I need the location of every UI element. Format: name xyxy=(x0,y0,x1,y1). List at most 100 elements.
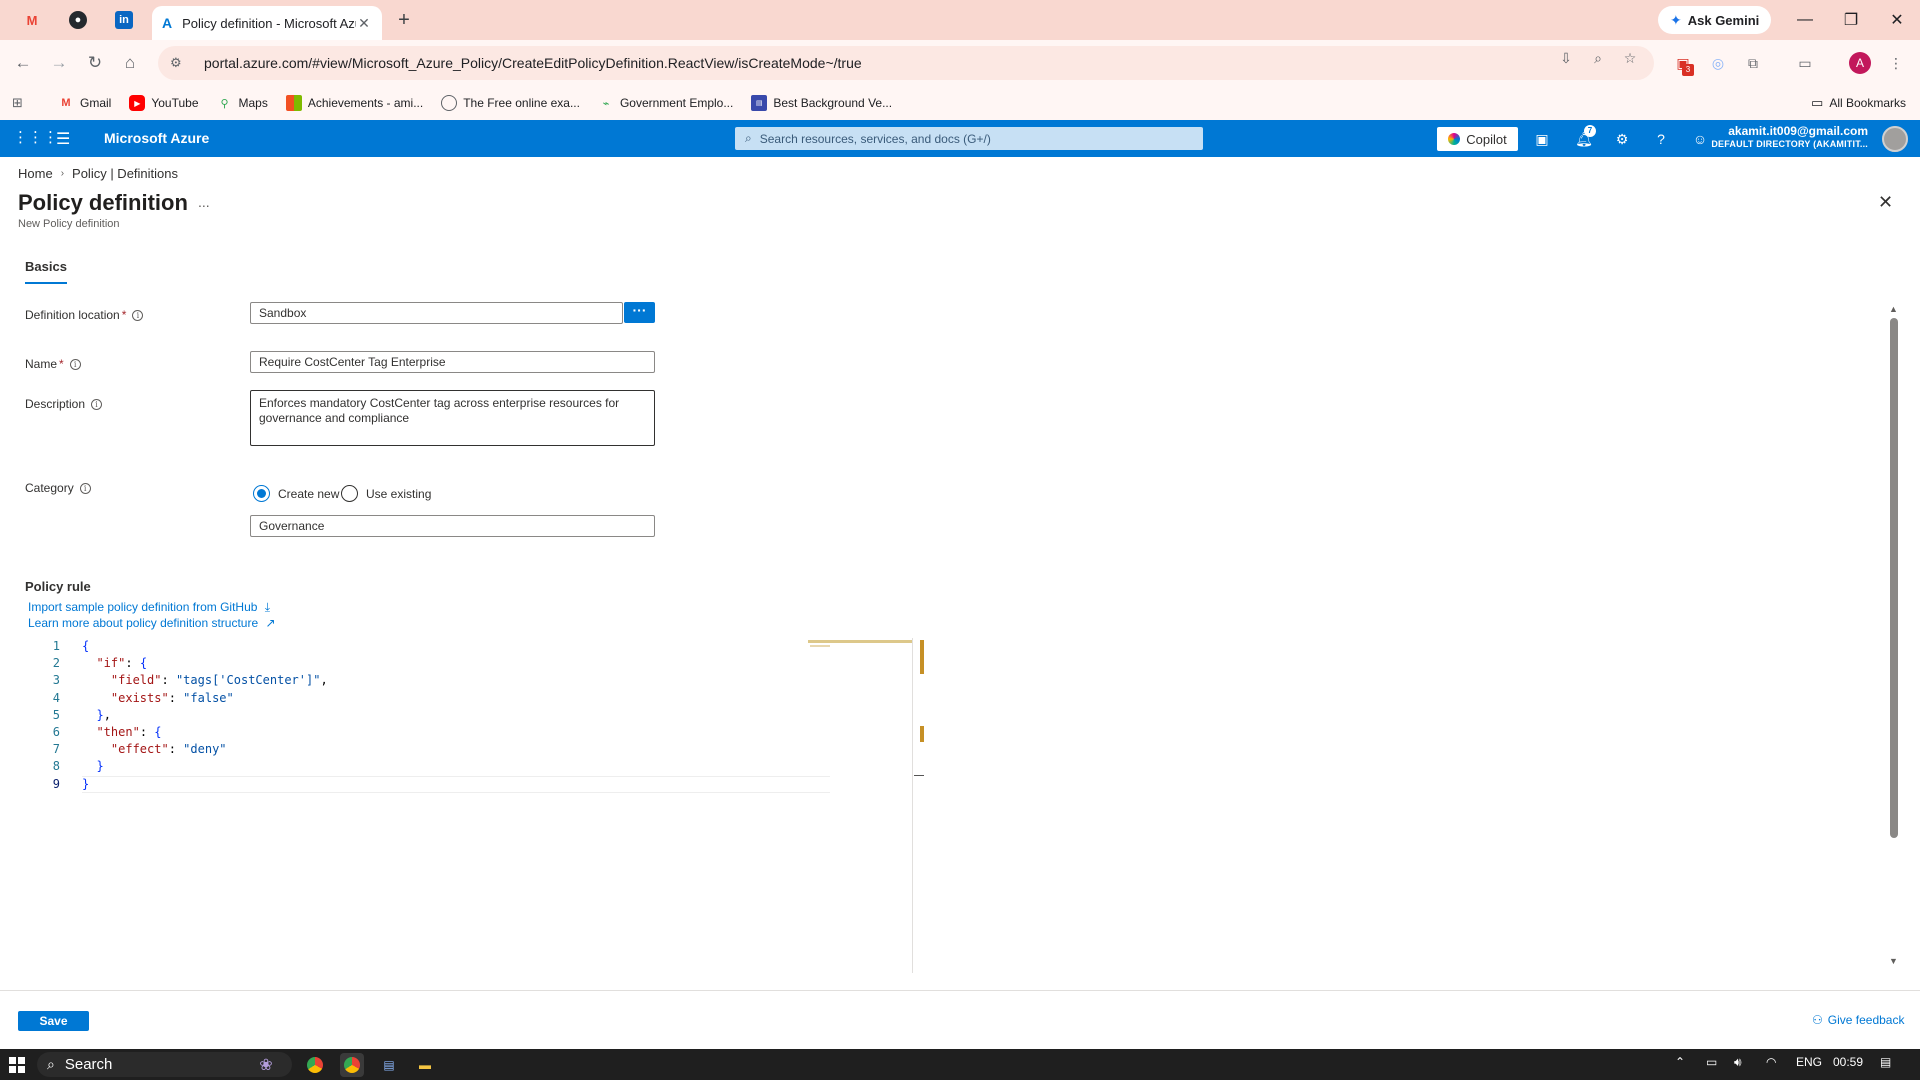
pinned-tab-gmail[interactable]: M xyxy=(12,0,52,40)
side-panel-icon[interactable]: ▭ xyxy=(1794,52,1816,74)
hamburger-menu-icon[interactable]: ☰ xyxy=(56,129,70,149)
breadcrumb-policy-definitions[interactable]: Policy | Definitions xyxy=(72,166,178,181)
name-label: Name * i xyxy=(25,357,81,371)
extensions-puzzle-icon[interactable]: ⧉ xyxy=(1742,52,1764,74)
close-icon[interactable]: ✕ xyxy=(1878,192,1893,213)
feedback-icon[interactable]: ☺ xyxy=(1690,129,1710,149)
apps-grid-icon[interactable]: ⊞ xyxy=(12,95,23,111)
bookmark-maps[interactable]: ⚲ Maps xyxy=(217,95,267,111)
pinned-tab-github[interactable]: ● xyxy=(58,0,98,40)
site-info-icon[interactable]: ⚙ xyxy=(170,55,190,71)
bookmark-free-exam[interactable]: The Free online exa... xyxy=(441,95,580,111)
copilot-button[interactable]: Copilot xyxy=(1437,127,1518,151)
code-line[interactable]: 1{ xyxy=(30,638,800,655)
bookmark-government[interactable]: ⌁ Government Emplo... xyxy=(598,95,734,111)
settings-gear-icon[interactable]: ⚙ xyxy=(1612,129,1632,149)
all-bookmarks-button[interactable]: ▭ All Bookmarks xyxy=(1811,95,1906,111)
tab-basics[interactable]: Basics xyxy=(25,259,67,284)
blade-footer xyxy=(0,990,1920,1049)
bookmark-youtube[interactable]: ▶ YouTube xyxy=(129,95,199,111)
browse-location-button[interactable]: ··· xyxy=(624,302,655,323)
azure-search-input[interactable]: ⌕ Search resources, services, and docs (… xyxy=(735,127,1203,150)
new-tab-button[interactable]: + xyxy=(392,8,416,32)
import-sample-link[interactable]: Import sample policy definition from Git… xyxy=(28,600,270,615)
bookmark-achievements[interactable]: Achievements - ami... xyxy=(285,95,423,111)
windows-start-icon[interactable] xyxy=(9,1057,25,1073)
scroll-up-icon[interactable]: ▲ xyxy=(1889,304,1898,314)
file-explorer-icon[interactable]: ▬ xyxy=(413,1053,437,1077)
policy-rule-heading: Policy rule xyxy=(25,579,91,594)
home-icon[interactable]: ⌂ xyxy=(118,51,142,75)
code-line[interactable]: 3 "field": "tags['CostCenter']", xyxy=(30,672,800,689)
tab-close-icon[interactable]: ✕ xyxy=(356,15,372,32)
bookmark-star-icon[interactable]: ☆ xyxy=(1620,48,1640,68)
user-avatar[interactable] xyxy=(1882,126,1908,152)
cloud-shell-icon[interactable]: ▣ xyxy=(1532,129,1552,149)
bookmark-gmail[interactable]: M Gmail xyxy=(58,95,111,111)
minimize-icon[interactable]: — xyxy=(1782,0,1828,40)
code-line[interactable]: 4 "exists": "false" xyxy=(30,690,800,707)
description-textarea[interactable]: Enforces mandatory CostCenter tag across… xyxy=(250,390,655,446)
wifi-icon[interactable]: ◠ xyxy=(1766,1055,1776,1069)
learn-more-link[interactable]: Learn more about policy definition struc… xyxy=(28,616,276,630)
chrome-icon[interactable] xyxy=(303,1053,327,1077)
scroll-down-icon[interactable]: ▼ xyxy=(1889,956,1898,966)
notepad-icon[interactable]: ▤ xyxy=(377,1053,401,1077)
forward-icon[interactable]: → xyxy=(47,51,71,75)
radio-create-new[interactable]: Create new xyxy=(253,485,339,502)
language-indicator[interactable]: ENG xyxy=(1796,1055,1822,1069)
breadcrumb-home[interactable]: Home xyxy=(18,166,53,181)
browser-menu-icon[interactable]: ⋮ xyxy=(1885,52,1907,74)
radio-use-existing[interactable]: Use existing xyxy=(341,485,431,502)
save-button[interactable]: Save xyxy=(18,1011,89,1031)
category-field[interactable]: Governance xyxy=(250,515,655,537)
ask-gemini-button[interactable]: ✦ Ask Gemini xyxy=(1658,6,1772,34)
page-scrollbar[interactable] xyxy=(1890,318,1898,838)
chrome-active-icon[interactable] xyxy=(340,1053,364,1077)
code-line[interactable]: 6 "then": { xyxy=(30,724,800,741)
code-line[interactable]: 5 }, xyxy=(30,707,800,724)
linkedin-icon: in xyxy=(115,11,133,29)
tab-policy-definition[interactable]: A Policy definition - Microsoft Azure ✕ xyxy=(152,6,382,40)
extension-badge: 3 xyxy=(1682,64,1694,76)
bookmark-background[interactable]: ▤ Best Background Ve... xyxy=(751,95,892,111)
reload-icon[interactable]: ↻ xyxy=(83,51,107,75)
volume-icon[interactable]: 🔊︎ xyxy=(1734,1055,1742,1070)
code-line[interactable]: 2 "if": { xyxy=(30,655,800,672)
code-line[interactable]: 9} xyxy=(30,776,800,793)
waffle-icon[interactable]: ⋮⋮⋮ xyxy=(13,129,58,147)
code-line[interactable]: 8 } xyxy=(30,758,800,775)
code-text: { xyxy=(82,639,90,653)
policy-rule-code-editor[interactable]: 1{2 "if": {3 "field": "tags['CostCenter'… xyxy=(30,638,830,798)
gmail-icon: M xyxy=(61,97,71,109)
info-icon[interactable]: i xyxy=(69,358,81,370)
profile-avatar[interactable]: A xyxy=(1849,52,1871,74)
name-field[interactable]: Require CostCenter Tag Enterprise xyxy=(250,351,655,373)
address-bar[interactable]: ⚙ portal.azure.com/#view/Microsoft_Azure… xyxy=(158,46,1654,80)
code-line[interactable]: 7 "effect": "deny" xyxy=(30,741,800,758)
restore-icon[interactable]: ❐ xyxy=(1828,0,1874,40)
pinned-tab-linkedin[interactable]: in xyxy=(104,0,144,40)
give-feedback-link[interactable]: ⚇ Give feedback xyxy=(1812,1013,1904,1027)
account-info[interactable]: akamit.it009@gmail.com DEFAULT DIRECTORY… xyxy=(1711,125,1868,151)
category-label: Category i xyxy=(25,481,91,495)
back-icon[interactable]: ← xyxy=(11,51,35,75)
install-app-icon[interactable]: ⇩ xyxy=(1556,48,1576,68)
zoom-icon[interactable]: ⌕ xyxy=(1588,48,1608,68)
window-close-icon[interactable]: ✕ xyxy=(1874,0,1920,40)
chevron-up-icon[interactable]: ⌃ xyxy=(1675,1055,1685,1069)
azure-brand[interactable]: Microsoft Azure xyxy=(104,130,209,146)
minimap-line xyxy=(808,640,912,643)
help-icon[interactable]: ? xyxy=(1651,129,1671,149)
battery-icon[interactable]: ▭ xyxy=(1706,1055,1717,1069)
notification-center-icon[interactable]: ▤ xyxy=(1880,1055,1891,1069)
clock[interactable]: 00:59 xyxy=(1833,1055,1863,1069)
more-options-icon[interactable]: ... xyxy=(198,194,210,210)
definition-location-field[interactable]: Sandbox xyxy=(250,302,623,324)
info-icon[interactable]: i xyxy=(79,482,91,494)
background-site-icon: ▤ xyxy=(751,95,768,111)
info-icon[interactable]: i xyxy=(91,398,103,410)
info-icon[interactable]: i xyxy=(132,309,144,321)
editor-minimap[interactable] xyxy=(808,640,912,652)
extension-circle-icon[interactable]: ◎ xyxy=(1707,52,1729,74)
